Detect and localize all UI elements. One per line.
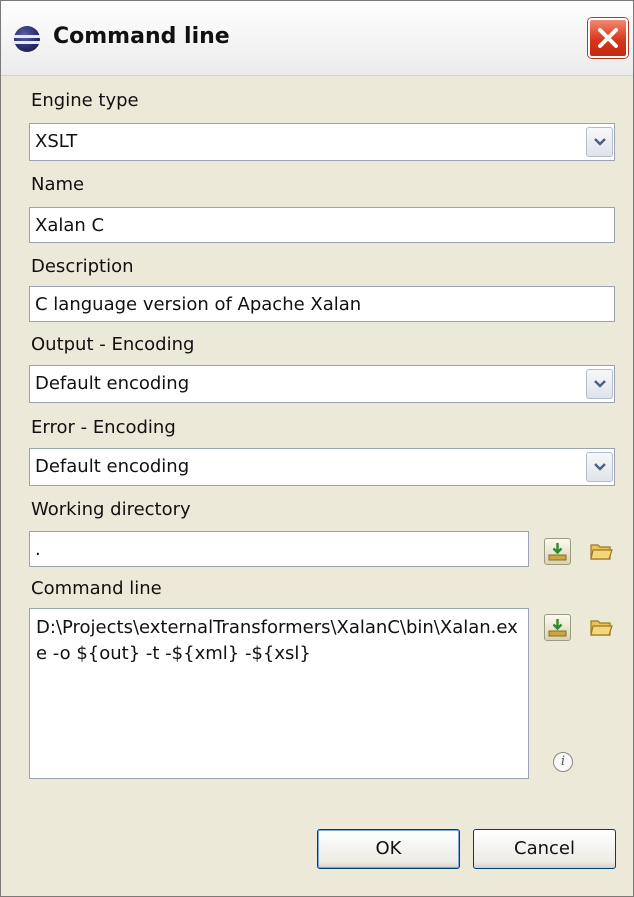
chevron-down-icon bbox=[594, 463, 606, 471]
title-bar: Command line bbox=[1, 1, 633, 76]
name-label: Name bbox=[31, 174, 85, 195]
description-value: C language version of Apache Xalan bbox=[35, 294, 362, 315]
command-line-label: Command line bbox=[31, 578, 162, 599]
command-line-value: D:\Projects\externalTransformers\XalanC\… bbox=[36, 617, 518, 664]
command-line-insert-variable-button[interactable] bbox=[544, 614, 571, 641]
name-input[interactable]: Xalan C bbox=[29, 207, 615, 243]
description-label: Description bbox=[31, 256, 134, 277]
working-directory-browse-button[interactable] bbox=[588, 538, 615, 565]
output-encoding-dropdown-button[interactable] bbox=[586, 369, 613, 399]
ok-button[interactable]: OK bbox=[317, 829, 460, 869]
folder-icon bbox=[590, 620, 613, 636]
close-icon bbox=[598, 28, 618, 48]
cancel-button[interactable]: Cancel bbox=[473, 829, 616, 869]
engine-type-value: XSLT bbox=[35, 131, 78, 152]
description-input[interactable]: C language version of Apache Xalan bbox=[29, 286, 615, 322]
eclipse-icon bbox=[14, 26, 40, 52]
working-directory-value: . bbox=[35, 539, 41, 560]
folder-icon bbox=[590, 544, 613, 560]
working-directory-label: Working directory bbox=[31, 499, 191, 520]
close-button[interactable] bbox=[588, 18, 628, 58]
error-encoding-select[interactable]: Default encoding bbox=[29, 448, 615, 486]
command-line-browse-button[interactable] bbox=[588, 614, 615, 641]
error-encoding-dropdown-button[interactable] bbox=[586, 452, 613, 482]
engine-type-select[interactable]: XSLT bbox=[29, 123, 615, 161]
working-directory-insert-variable-button[interactable] bbox=[544, 538, 571, 565]
engine-type-dropdown-button[interactable] bbox=[586, 127, 613, 157]
output-encoding-value: Default encoding bbox=[35, 373, 190, 394]
working-directory-input[interactable]: . bbox=[29, 531, 529, 567]
dialog-title: Command line bbox=[53, 24, 230, 49]
insert-variable-icon bbox=[548, 619, 567, 637]
info-icon[interactable]: i bbox=[553, 752, 573, 772]
command-line-textarea[interactable]: D:\Projects\externalTransformers\XalanC\… bbox=[29, 608, 529, 779]
error-encoding-label: Error - Encoding bbox=[31, 417, 176, 438]
chevron-down-icon bbox=[594, 380, 606, 388]
error-encoding-value: Default encoding bbox=[35, 456, 190, 477]
command-line-dialog: Command line Engine type XSLT Name Xalan… bbox=[0, 0, 634, 897]
output-encoding-select[interactable]: Default encoding bbox=[29, 365, 615, 403]
chevron-down-icon bbox=[594, 138, 606, 146]
output-encoding-label: Output - Encoding bbox=[31, 334, 195, 355]
name-value: Xalan C bbox=[35, 215, 105, 236]
insert-variable-icon bbox=[548, 543, 567, 561]
engine-type-label: Engine type bbox=[31, 90, 139, 111]
